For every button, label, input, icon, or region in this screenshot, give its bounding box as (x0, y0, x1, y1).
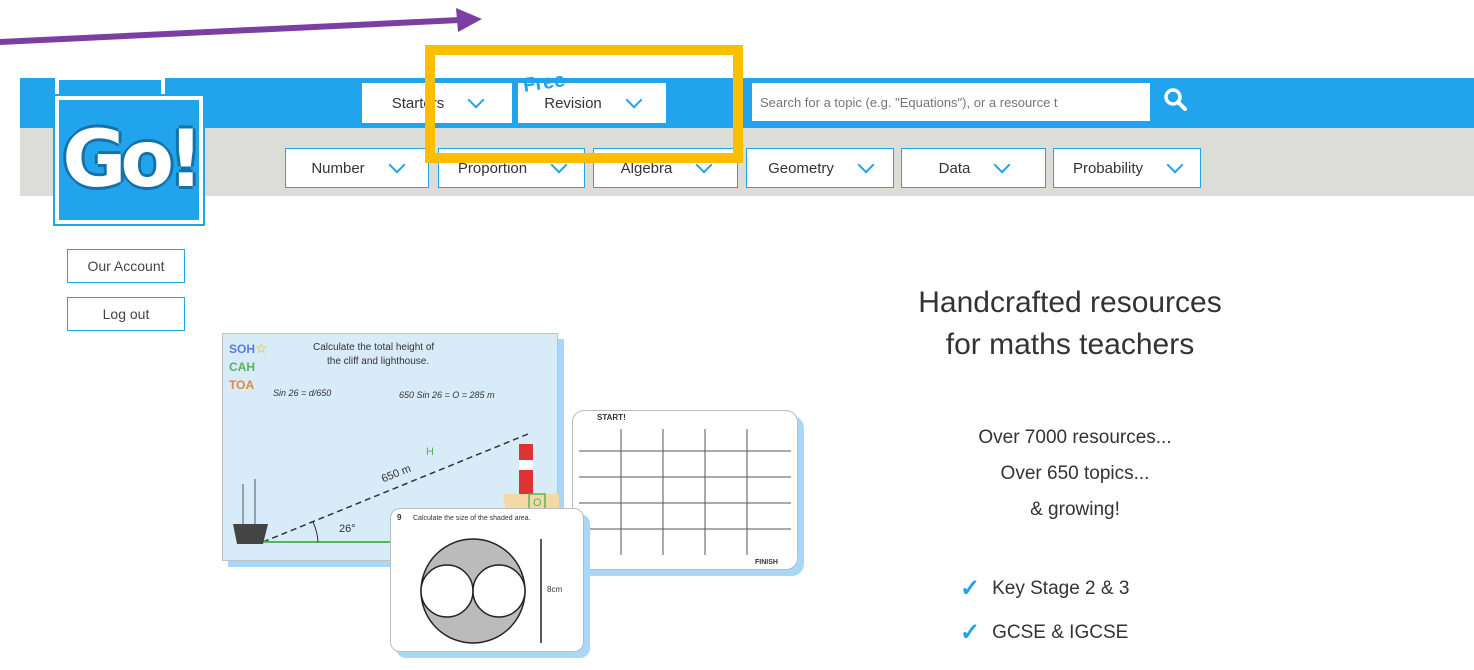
hero-title: Handcrafted resources for maths teachers (820, 282, 1320, 366)
grid-finish-label: FINISH (755, 559, 778, 566)
topic-probability-label: Probability (1072, 159, 1144, 177)
circle-area-slide[interactable]: 9 Calculate the size of the shaded area.… (390, 508, 584, 652)
our-account-button[interactable]: Our Account (67, 249, 185, 283)
grid-start-label: START! (597, 413, 626, 422)
stat-resources: Over 7000 resources... (978, 427, 1172, 448)
feature-ks23: ✓ Key Stage 2 & 3 (960, 574, 1129, 603)
search-input[interactable] (752, 83, 1150, 121)
topic-probability-dropdown[interactable]: Probability (1053, 148, 1201, 188)
side-h-label: H (426, 446, 434, 458)
loop-cards-slide[interactable]: START! FINISH (572, 410, 798, 570)
top-nav-bar (20, 78, 1474, 128)
hero-title-line1: Handcrafted resources (918, 286, 1222, 319)
topic-data-dropdown[interactable]: Data (901, 148, 1046, 188)
chevron-down-icon (993, 156, 1011, 174)
grid-table (579, 429, 791, 555)
logo-text: Go! (62, 115, 203, 205)
angle-label: 26° (339, 523, 356, 535)
topic-geometry-label: Geometry (768, 159, 834, 177)
chevron-down-icon (1166, 156, 1184, 174)
circle-diagram (420, 538, 542, 644)
hero-stats: Over 7000 resources... Over 650 topics..… (895, 420, 1255, 528)
log-out-button[interactable]: Log out (67, 297, 185, 331)
topic-number-dropdown[interactable]: Number (285, 148, 429, 188)
topic-geometry-dropdown[interactable]: Geometry (746, 148, 894, 188)
chevron-down-icon (857, 156, 875, 174)
feature-gcse: ✓ GCSE & IGCSE (960, 618, 1128, 647)
feature-label: GCSE & IGCSE (992, 621, 1129, 643)
check-icon: ✓ (960, 575, 981, 602)
stat-topics: Over 650 topics... (1000, 463, 1150, 484)
arrow-icon (0, 8, 482, 45)
feature-label: Key Stage 2 & 3 (992, 577, 1130, 599)
topic-data-label: Data (938, 159, 971, 177)
search-icon[interactable] (1162, 86, 1190, 114)
hero-title-line2: for maths teachers (945, 328, 1195, 361)
check-icon: ✓ (960, 619, 981, 646)
stat-growing: & growing! (1030, 499, 1120, 520)
topic-number-label: Number (311, 159, 365, 177)
dimension-label: 8cm (547, 585, 563, 594)
chevron-down-icon (388, 156, 406, 174)
